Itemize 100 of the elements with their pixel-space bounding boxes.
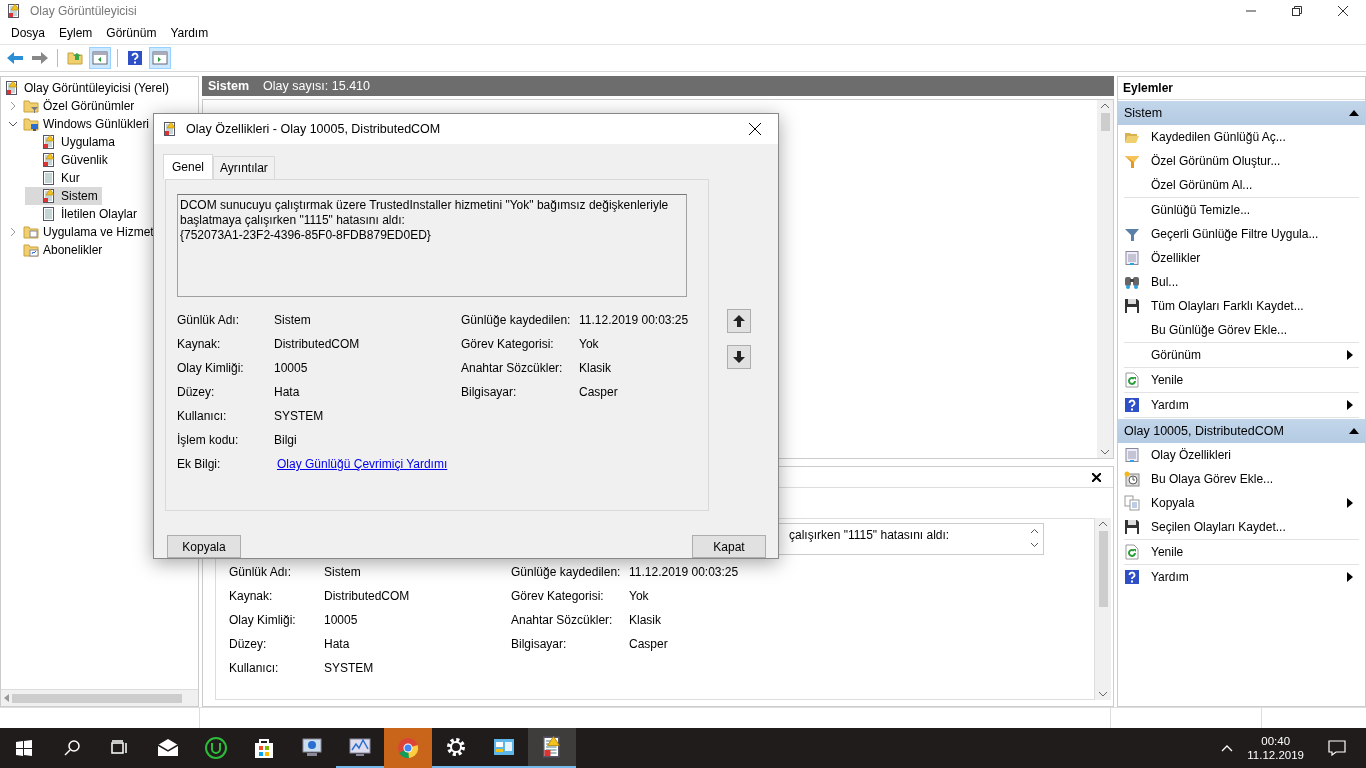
tree-item[interactable]: İletilen Olaylar [25,205,142,223]
field-label: Günlüğe kaydedilen: [461,313,572,327]
field-label: Görev Kategorisi: [511,589,605,603]
tree-item[interactable]: Uygulama ve Hizmet [7,223,158,241]
action-item[interactable]: Kaydedilen Günlüğü Aç... [1124,125,1359,149]
submenu-arrow-icon [1347,400,1353,410]
field-value: Klasik [579,361,612,375]
properties-icon [1124,250,1140,266]
log-page-icon [41,170,57,186]
binoculars-icon [1124,274,1140,290]
dialog-title: Olay Özellikleri - Olay 10005, DistributedCOM [186,122,441,136]
next-event-button[interactable] [727,345,751,369]
tree-item[interactable]: Windows Günlükleri [7,115,154,133]
taskbar-app[interactable] [528,728,576,768]
action-item[interactable]: Tüm Olayları Farklı Kaydet... [1124,294,1359,318]
scrollbar-thumb[interactable] [12,693,182,703]
description-text: çalışırken "1115" hatasını aldı: [789,528,950,544]
refresh-icon [1124,372,1140,388]
collapse-arrow-icon[interactable] [1349,428,1359,434]
event-count: Olay sayısı: 15.410 [263,79,370,93]
field-label: Bilgisayar: [511,637,568,651]
action-item[interactable]: Geçerli Günlüğe Filtre Uygula... [1124,222,1359,246]
help-link[interactable]: Olay Günlüğü Çevrimiçi Yardımı [277,457,448,471]
field-value: Bilgi [274,433,298,447]
close-icon[interactable] [1092,472,1101,482]
field-label: Günlük Adı: [229,565,293,579]
action-item[interactable]: Bu Olaya Görev Ekle... [1124,467,1359,491]
clock[interactable]: 00:40 11.12.2019 [1247,735,1304,761]
app-icon [6,3,22,19]
close-icon [749,123,761,135]
tray-chevron-icon[interactable] [1221,744,1234,752]
store-bag-icon [252,736,276,760]
action-item[interactable]: Yenile [1124,368,1359,392]
action-item[interactable]: Günlüğü Temizle... [1124,198,1359,222]
copy-icon [1124,495,1140,511]
tree-item[interactable]: Kur [25,169,84,187]
action-item[interactable]: Bul... [1124,270,1359,294]
scroll-up-icon[interactable] [1101,103,1109,109]
action-item[interactable]: Olay Özellikleri [1124,443,1359,467]
forward-arrow-icon [31,50,49,66]
field-value: 11.12.2019 00:03:25 [579,313,689,327]
tree-item[interactable]: Uygulama [25,133,120,151]
dialog-button[interactable]: Kopyala [167,535,241,558]
tree-item[interactable]: Sistem [25,187,102,205]
menu-item[interactable]: Eylem [52,23,100,43]
description-text: DCOM sunucuyu çalıştırmak üzere TrustedInstaller hizmetini "Yok" bağımsız değişkenleriyle başlatmaya çalışırken "1115" hatasını aldı: {752073A1-23F2-4396-85F0-8FDB879ED0ED} [177,194,687,297]
tree-item[interactable]: Abonelikler [7,241,107,259]
restore-icon [1292,6,1302,16]
menu-item[interactable]: Görünüm [99,23,164,43]
tree-item[interactable]: Özel Görünümler [7,97,139,115]
action-item[interactable]: Seçilen Olayları Kaydet... [1124,515,1359,539]
event-log-icon [4,80,20,96]
tree-item[interactable]: Olay Görüntüleyicisi (Yerel) [4,79,173,97]
action-item[interactable]: Görünüm [1124,343,1359,367]
action-item[interactable]: Bu Günlüğe Görev Ekle... [1124,318,1359,342]
collapse-arrow-icon[interactable] [1349,110,1359,116]
action-item[interactable]: Yardım [1124,565,1359,589]
vertical-scrollbar[interactable] [1095,518,1111,700]
action-item[interactable]: Kopyala [1124,491,1359,515]
action-item[interactable]: Yenile [1124,540,1359,564]
action-item[interactable]: Yardım [1124,393,1359,417]
pane-toggle-icon [152,50,168,66]
notification-icon[interactable] [1328,740,1346,756]
action-item[interactable]: Özel Görünüm Oluştur... [1124,149,1359,173]
event-log-icon [162,121,178,137]
scroll-arrows-icon[interactable] [1030,528,1039,548]
field-value: DistributedCOM [274,337,361,351]
field-label: Kullanıcı: [177,409,228,423]
field-label: Ek Bilgi: [177,457,222,471]
tab[interactable]: Genel [163,154,214,179]
horizontal-scrollbar[interactable] [1,689,198,706]
filter-icon [1124,226,1140,242]
submenu-arrow-icon [1347,350,1353,360]
field-label: Olay Kimliği: [177,361,245,375]
tree-item[interactable]: Güvenlik [25,151,112,169]
section-header[interactable]: Sistem [1118,101,1365,125]
task-view-icon [111,740,129,756]
menu-item[interactable]: Dosya [4,23,52,43]
scroll-down-icon[interactable] [1099,691,1107,697]
section-header[interactable]: Olay 10005, DistributedCOM [1118,419,1365,443]
event-log-icon [41,152,57,168]
scroll-up-icon[interactable] [1099,521,1107,527]
down-arrow-icon [733,351,745,363]
menu-item[interactable]: Yardım [163,23,216,43]
scrollbar-thumb[interactable] [1098,531,1108,607]
action-item[interactable]: Özel Görünüm Al... [1124,173,1359,197]
field-value: Hata [324,637,351,651]
log-page-icon [41,206,57,222]
dialog-button[interactable]: Kapat [692,535,766,558]
submenu-arrow-icon [1347,498,1353,508]
previous-event-button[interactable] [727,309,751,333]
field-value: Hata [274,385,301,399]
vertical-scrollbar[interactable] [1097,100,1113,458]
browser-icon [396,736,420,760]
tab[interactable]: Ayrıntılar [213,156,275,179]
scrollbar-thumb[interactable] [1100,113,1110,131]
scroll-down-icon[interactable] [1101,449,1109,455]
field-value: Casper [629,637,669,651]
field-value: DistributedCOM [324,589,411,603]
action-item[interactable]: Özellikler [1124,246,1359,270]
